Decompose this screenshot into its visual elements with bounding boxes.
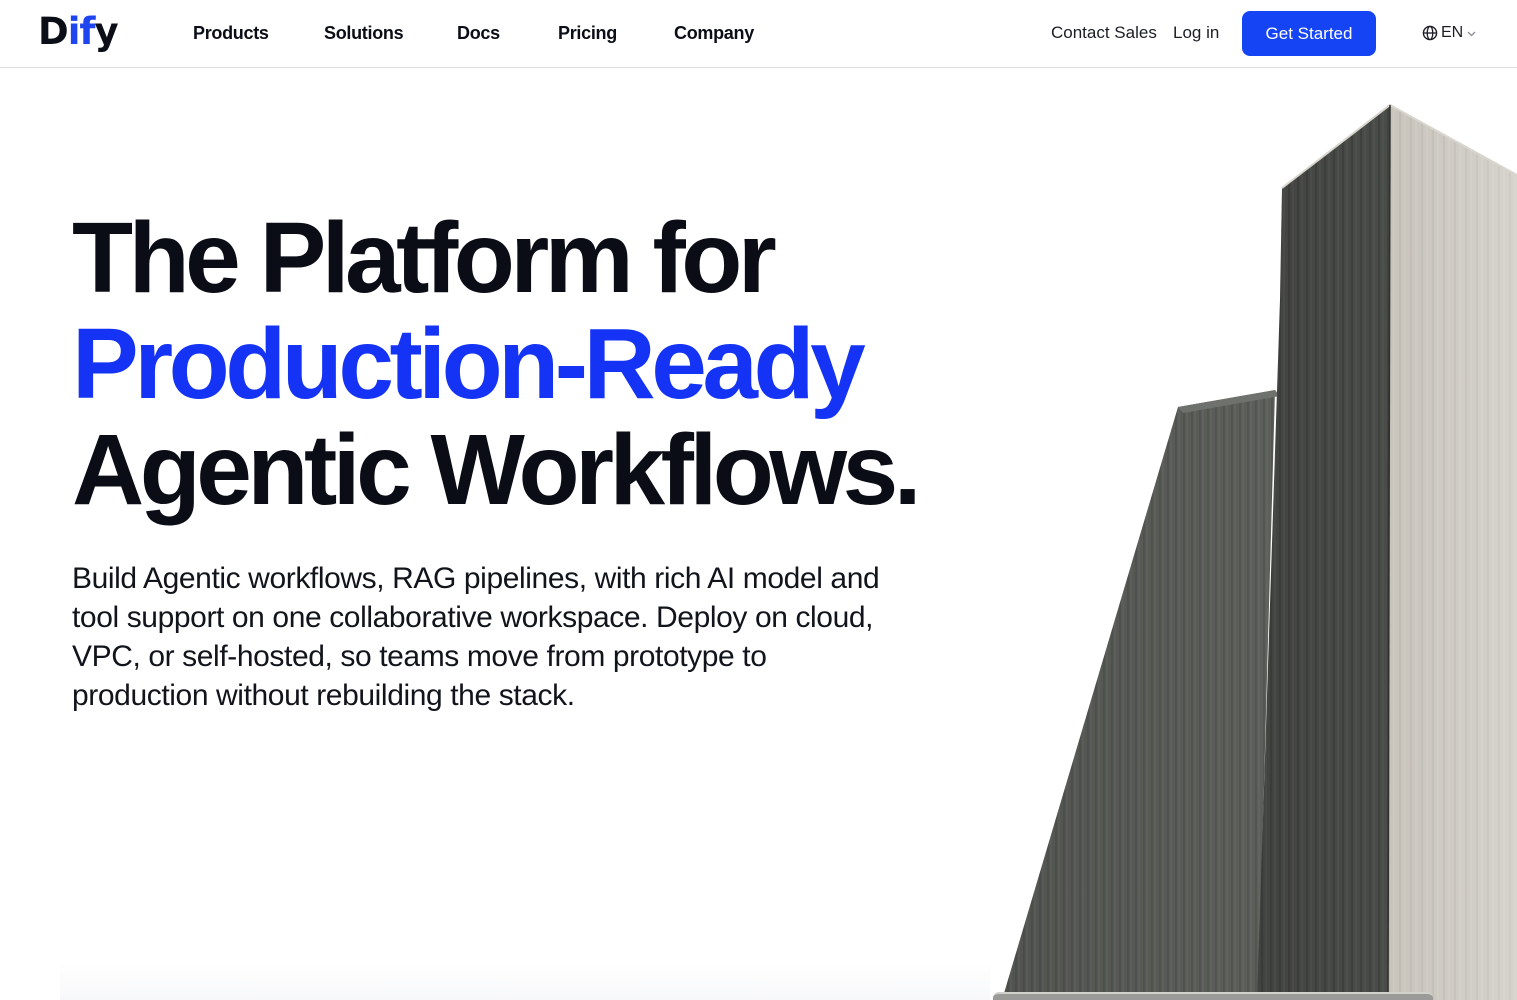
landing-page: Dify Products Solutions Docs Pricing Com… [0,0,1517,1000]
language-label: EN [1441,24,1464,41]
nav-pricing[interactable]: Pricing [558,20,617,46]
login-link[interactable]: Log in [1173,20,1219,46]
chevron-down-icon [1467,31,1476,36]
headline-line-3: Agentic Workflows. [72,414,922,526]
site-header: Dify Products Solutions Docs Pricing Com… [0,0,1517,68]
nav-solutions[interactable]: Solutions [324,20,404,46]
nav-company[interactable]: Company [674,20,754,46]
headline-line-1: The Platform for [72,202,777,314]
globe-icon [1422,25,1438,41]
logo-accent: if [67,10,96,53]
dify-logo[interactable]: Dify [38,10,119,54]
headline-line-2: Production-Ready [72,308,866,420]
concrete-sculpture-image [1002,103,1517,1000]
logo-suffix: y [94,10,119,53]
logo-prefix: D [38,10,69,53]
language-selector[interactable]: EN [1422,21,1477,45]
hero-description: Build Agentic workflows, RAG pipelines, … [72,562,880,712]
nav-products[interactable]: Products [193,20,269,46]
get-started-button[interactable]: Get Started [1242,11,1376,56]
contact-sales-link[interactable]: Contact Sales [1051,20,1157,46]
preview-card-edge [993,992,1433,1000]
nav-docs[interactable]: Docs [457,20,500,46]
hero-headline: The Platform for Production-Ready Agenti… [72,205,972,523]
bottom-fade [60,962,990,1000]
